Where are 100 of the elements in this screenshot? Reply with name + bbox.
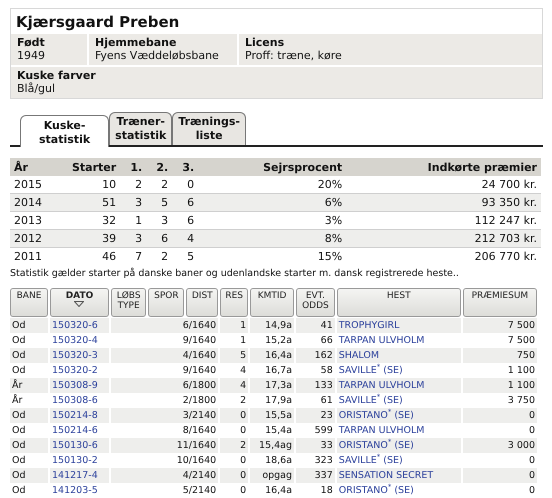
column-header: 1. — [120, 158, 146, 176]
table-cell: 162 — [296, 348, 335, 363]
tab[interactable]: Træner- statistik — [109, 112, 172, 145]
race-link[interactable]: 150320-4 — [52, 335, 98, 346]
table-cell-text: 7 500 — [506, 334, 536, 348]
table-cell: 2 — [220, 438, 248, 453]
table-cell: 337 — [296, 468, 335, 483]
race-link[interactable]: 150214-6 — [52, 425, 98, 436]
race-link[interactable]: 150320-2 — [52, 365, 98, 376]
column-header-button[interactable]: PRÆMIESUM — [462, 288, 537, 317]
table-cell: 93 350 kr. — [346, 194, 541, 212]
table-cell: Od — [10, 468, 48, 483]
table-cell: opgag — [250, 468, 294, 483]
horse-link[interactable]: SAVILLE$^{*}$ (SE) — [338, 395, 403, 406]
column-header: År — [10, 158, 68, 176]
field-value: Blå/gul — [17, 82, 56, 95]
field-label: Hjemmebane — [95, 36, 178, 49]
table-cell: 3 — [120, 230, 146, 248]
table-cell: 0 — [462, 408, 537, 423]
table-cell: 23 — [296, 408, 335, 423]
table-cell: 11/1640 — [110, 438, 218, 453]
table-cell-text: 1 — [239, 334, 248, 348]
table-cell: 4 — [220, 378, 248, 393]
table-cell-text: 0 — [528, 454, 536, 468]
table-cell-text: 10/1640 — [176, 454, 218, 468]
table-cell: År — [10, 378, 48, 393]
table-cell-text: 2 — [239, 394, 248, 408]
table-cell-text: 9/1640 — [182, 364, 218, 378]
horse-link[interactable]: TARPAN ULVHOLM — [338, 335, 424, 346]
field-label: Licens — [245, 36, 286, 49]
table-cell: 3 — [120, 194, 146, 212]
column-header-button[interactable]: DATO — [50, 288, 109, 317]
table-cell: 1 100 — [462, 378, 537, 393]
field-value: 1949 — [17, 49, 46, 62]
table-cell: 206 770 kr. — [346, 248, 541, 265]
horse-link[interactable]: TARPAN ULVHOLM — [338, 425, 424, 436]
race-link[interactable]: 150308-6 — [52, 395, 98, 406]
table-cell: Od — [10, 348, 48, 363]
field-value: Proff: træne, køre — [245, 49, 343, 62]
table-cell-text: 15,2a — [264, 334, 294, 348]
tab[interactable]: Trænings- liste — [172, 112, 246, 145]
table-cell-text: 2/1800 — [182, 394, 218, 408]
table-cell-text: 18,6a — [264, 454, 294, 468]
table-cell: 16,4a — [250, 348, 294, 363]
table-cell-text: 1 100 — [506, 364, 536, 378]
column-header: Indkørte præmier — [346, 158, 541, 176]
table-cell-text: 9/1640 — [182, 334, 218, 348]
table-cell-text: Od — [11, 334, 27, 348]
table-cell: 6/1640 — [110, 318, 218, 333]
table-cell: 5 — [172, 248, 198, 265]
column-header: 3. — [172, 158, 198, 176]
horse-link[interactable]: ORISTANO$^{*}$ (SE) — [338, 485, 414, 496]
horse-link[interactable]: SAVILLE$^{*}$ (SE) — [338, 365, 403, 376]
table-cell-text: 599 — [314, 424, 334, 438]
column-header-button[interactable]: BANE — [10, 288, 48, 317]
race-link[interactable]: 150130-2 — [52, 455, 98, 466]
table-cell-text: 323 — [314, 454, 334, 468]
table-cell: 750 — [462, 348, 537, 363]
column-header-button[interactable]: EVT. ODDS — [296, 288, 335, 317]
table-cell: 6 — [146, 230, 172, 248]
table-cell-text: 17,9a — [264, 394, 294, 408]
column-header: 2. — [146, 158, 172, 176]
column-header-button[interactable]: DIST — [186, 288, 218, 317]
table-cell: 15% — [198, 248, 346, 265]
table-cell: 7 — [120, 248, 146, 265]
table-cell: 5 — [146, 194, 172, 212]
column-header-button[interactable]: RES — [220, 288, 248, 317]
horse-link[interactable]: SAVILLE$^{*}$ (SE) — [338, 455, 403, 466]
column-header-button[interactable]: KMTID — [250, 288, 294, 317]
table-cell-text: År — [11, 393, 24, 408]
table-cell: 15,4ag — [250, 438, 294, 453]
tab[interactable]: Kuske- statistik — [20, 115, 110, 147]
table-cell-text: 16,7a — [264, 364, 294, 378]
table-cell-text: 4 — [239, 364, 248, 378]
table-cell: Od — [10, 438, 48, 453]
table-cell: 46 — [68, 248, 120, 265]
table-cell: 17,3a — [250, 378, 294, 393]
column-header-button[interactable]: LØBS TYPE — [110, 288, 146, 317]
table-cell: 6% — [198, 194, 346, 212]
table-cell: 3 000 — [462, 438, 537, 453]
table-cell-text: 61 — [320, 394, 334, 408]
column-header-button[interactable]: HEST — [336, 288, 461, 317]
table-cell-text: 8/1640 — [182, 424, 218, 438]
table-cell-text: 58 — [320, 364, 334, 378]
table-cell: 51 — [68, 194, 120, 212]
table-cell: 4/2140 — [110, 468, 218, 483]
table-cell: 212 703 kr. — [346, 230, 541, 248]
field-value: Fyens Væddeløbsbane — [95, 49, 220, 62]
table-cell: 2014 — [10, 194, 68, 212]
table-cell-text: 0 — [528, 484, 536, 498]
table-cell: 39 — [68, 230, 120, 248]
field-label: Født — [17, 36, 46, 49]
column-header-button[interactable]: SPOR — [148, 288, 184, 317]
table-cell-text: 15,4a — [264, 424, 294, 438]
table-cell-text: 0 — [528, 424, 536, 438]
table-cell: 2012 — [10, 230, 68, 248]
field-label: Kuske farver — [17, 69, 97, 82]
table-cell: 0 — [462, 468, 537, 483]
table-cell: Od — [10, 408, 48, 423]
race-link[interactable]: 141203-5 — [52, 485, 98, 496]
